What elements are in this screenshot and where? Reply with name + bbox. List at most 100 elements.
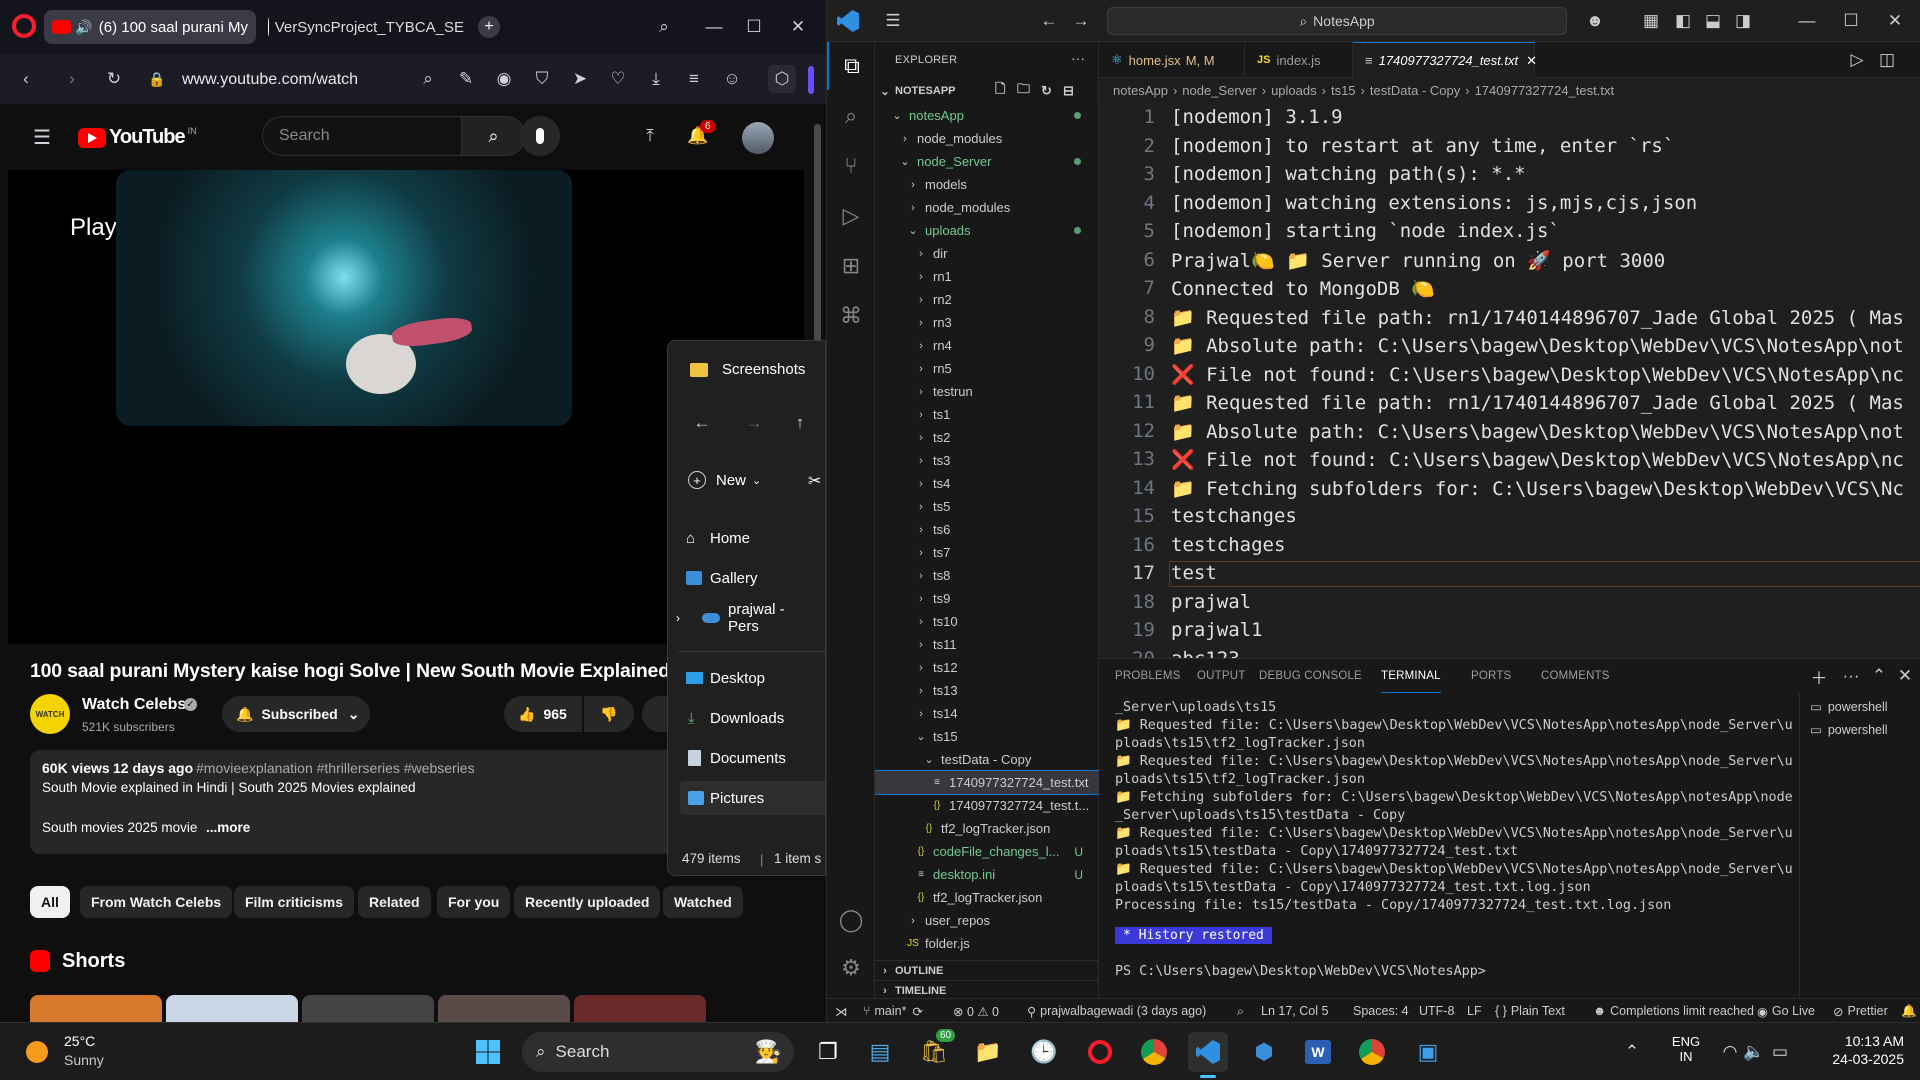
git-blame[interactable]: ⚲ prajwalbagewadi (3 days ago): [1027, 999, 1206, 1022]
file-tree-item[interactable]: ≡ desktop.ini U: [875, 863, 1099, 886]
file-tree-item[interactable]: ⌄ uploads: [875, 219, 1099, 242]
send-icon[interactable]: ➤: [566, 65, 594, 93]
download-icon[interactable]: ⤓: [642, 65, 670, 93]
new-terminal-icon[interactable]: ＋: [1805, 662, 1833, 690]
back-icon[interactable]: ←: [688, 409, 716, 437]
nav-pictures[interactable]: Pictures: [680, 781, 825, 815]
sidebar-more-icon[interactable]: ···: [1071, 50, 1085, 66]
new-folder-icon[interactable]: 🗀: [1017, 80, 1030, 102]
file-tree-item[interactable]: ⌄ node_Server: [875, 150, 1099, 173]
breadcrumb[interactable]: notesApp › node_Server › uploads › ts15 › testDa…: [1099, 78, 1920, 102]
encoding[interactable]: UTF-8: [1419, 999, 1454, 1022]
close-icon[interactable]: ✕: [1881, 7, 1909, 35]
cursor-position[interactable]: Ln 17, Col 5: [1261, 999, 1328, 1022]
file-tree-item[interactable]: {} codeFile_changes_l... U: [875, 840, 1099, 863]
camera-icon[interactable]: ◉: [490, 65, 518, 93]
opera-icon[interactable]: [1080, 1032, 1120, 1072]
file-tree-item[interactable]: › rn1: [875, 265, 1099, 288]
channel-avatar[interactable]: WATCH: [30, 694, 70, 734]
chip-related[interactable]: Related: [358, 886, 431, 918]
breadcrumb-segment[interactable]: node_Server: [1182, 83, 1256, 98]
remote-icon[interactable]: ⋊: [835, 999, 848, 1022]
chip-from-channel[interactable]: From Watch Celebs: [80, 886, 233, 918]
panel-tab-terminal[interactable]: TERMINAL: [1381, 659, 1441, 693]
file-tree-item[interactable]: ⌄ testData - Copy: [875, 748, 1099, 771]
tab-youtube[interactable]: 🔊 (6) 100 saal purani My: [44, 10, 256, 44]
file-tree-item[interactable]: › ts5: [875, 495, 1099, 518]
file-tree-item[interactable]: › ts8: [875, 564, 1099, 587]
short-thumbnail-1[interactable]: [30, 995, 162, 1022]
prettier-status[interactable]: ⊘ Prettier: [1833, 999, 1888, 1022]
search-tabs-icon[interactable]: ⌕: [650, 13, 678, 41]
split-editor-icon[interactable]: ◫: [1873, 46, 1901, 74]
file-tree-item[interactable]: › ts13: [875, 679, 1099, 702]
extensions-icon[interactable]: ⬡: [768, 65, 796, 93]
file-tree-item[interactable]: {} tf2_logTracker.json: [875, 886, 1099, 909]
file-tree-item[interactable]: › dir: [875, 242, 1099, 265]
workspace-header[interactable]: ⌄ NOTESAPP 🗋 🗀 ↻ ⊟: [875, 80, 1099, 102]
short-thumbnail-4[interactable]: [438, 995, 570, 1022]
like-button[interactable]: 👍 965: [504, 696, 582, 732]
avatar[interactable]: [742, 122, 774, 154]
vscode-taskbar-icon[interactable]: [1188, 1032, 1228, 1072]
chrome-profile-icon[interactable]: [1352, 1032, 1392, 1072]
settings-gear-icon[interactable]: ⚙: [827, 944, 875, 992]
nav-gallery[interactable]: Gallery: [680, 561, 825, 595]
new-button[interactable]: + New ⌄: [688, 471, 761, 489]
file-tree-item[interactable]: › user_repos: [875, 909, 1099, 932]
battery-icon[interactable]: ▭: [1766, 1038, 1794, 1066]
tab-home-jsx[interactable]: ⚛ home.jsx M, M: [1099, 42, 1245, 78]
file-tree-item[interactable]: › rn2: [875, 288, 1099, 311]
forward-icon[interactable]: →: [1067, 7, 1095, 35]
easy-setup-icon[interactable]: ≡: [680, 65, 708, 93]
nav-documents[interactable]: Documents: [680, 741, 825, 775]
minimize-icon[interactable]: —: [1793, 7, 1821, 35]
file-tree-item[interactable]: {} tf2_logTracker.json: [875, 817, 1099, 840]
zoom-icon[interactable]: ⌕: [1237, 999, 1244, 1022]
reload-icon[interactable]: ↻: [100, 65, 128, 93]
chip-all[interactable]: All: [30, 886, 70, 918]
file-tree-item[interactable]: › testrun: [875, 380, 1099, 403]
chip-watched[interactable]: Watched: [663, 886, 743, 918]
cut-icon[interactable]: ✂: [808, 471, 821, 491]
close-panel-icon[interactable]: ✕: [1891, 662, 1919, 690]
file-tree-item[interactable]: › node_modules: [875, 127, 1099, 150]
file-tree-item[interactable]: › node_modules: [875, 196, 1099, 219]
edit-icon[interactable]: ✎: [452, 65, 480, 93]
volume-icon[interactable]: 🔈: [1740, 1038, 1768, 1066]
new-file-icon[interactable]: 🗋: [995, 80, 1005, 102]
maximize-icon[interactable]: ☐: [740, 13, 768, 41]
maximize-icon[interactable]: ☐: [1837, 7, 1865, 35]
panel-tab-debug-console[interactable]: DEBUG CONSOLE: [1259, 659, 1362, 693]
back-icon[interactable]: ‹: [12, 65, 40, 93]
file-tree-item[interactable]: › ts6: [875, 518, 1099, 541]
python-icon[interactable]: ⌘: [827, 292, 875, 340]
panel-tab-ports[interactable]: PORTS: [1471, 659, 1511, 693]
close-icon[interactable]: ✕: [784, 13, 812, 41]
copilot-status[interactable]: ☻ Completions limit reached: [1593, 999, 1754, 1022]
voice-search-button[interactable]: [520, 116, 560, 156]
channel-name[interactable]: Watch Celebs: [82, 696, 186, 714]
search-icon[interactable]: ⌕: [827, 92, 875, 140]
layout-customize-icon[interactable]: ▦: [1637, 7, 1665, 35]
file-tree-item[interactable]: › rn5: [875, 357, 1099, 380]
find-icon[interactable]: ⌕: [414, 65, 442, 93]
file-tree-item[interactable]: ⌄ ts15: [875, 725, 1099, 748]
youtube-search-input[interactable]: Search: [262, 116, 462, 156]
tab-github[interactable]: VerSyncProject_TYBCA_SE: [260, 10, 472, 44]
hamburger-menu-icon[interactable]: ☰: [28, 123, 56, 151]
file-tree-item[interactable]: › ts10: [875, 610, 1099, 633]
nav-desktop[interactable]: Desktop: [680, 661, 825, 695]
problems-count[interactable]: ⊗ 0 ⚠ 0: [953, 999, 999, 1022]
start-button[interactable]: [468, 1032, 508, 1072]
terminal-instance[interactable]: ▭ powershell: [1810, 699, 1888, 714]
subscribe-button[interactable]: 🔔 Subscribed ⌄: [222, 696, 370, 732]
file-tree-item[interactable]: ≡ 1740977327724_test.txt: [875, 770, 1099, 795]
explorer-icon[interactable]: ⧉: [827, 42, 875, 90]
file-tree-item[interactable]: › ts11: [875, 633, 1099, 656]
task-view-icon[interactable]: ❐: [808, 1032, 848, 1072]
extensions-icon[interactable]: ⊞: [827, 242, 875, 290]
timeline-section[interactable]: › TIMELINE: [875, 980, 1099, 1000]
indentation[interactable]: Spaces: 4: [1353, 999, 1409, 1022]
app-icon[interactable]: ⬢: [1244, 1032, 1284, 1072]
